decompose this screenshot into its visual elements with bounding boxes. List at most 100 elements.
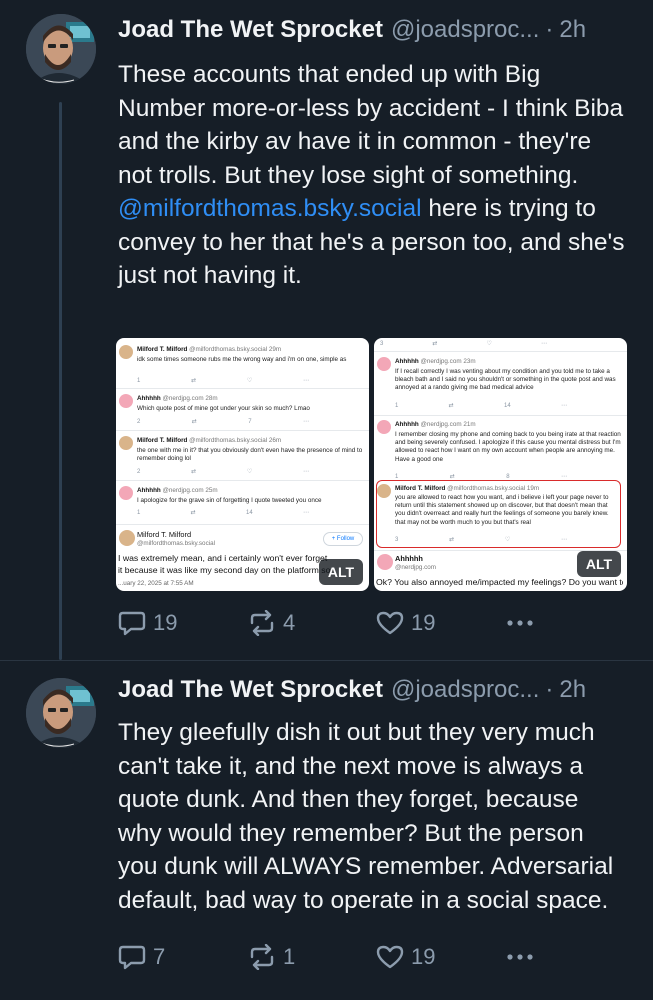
screenshot-actions: 3 ⇄ ♡ ⋯ [395, 536, 567, 544]
screenshot-text: idk some times someone rubs me the wrong… [137, 356, 347, 363]
post[interactable]: Joad The Wet Sprocket @joadsproc... · 2h… [0, 660, 653, 1000]
screenshot-post-header: Ahhhhh @nerdjpg.com 25m [137, 487, 218, 495]
screenshot-author: Ahhhhh [395, 554, 423, 563]
screenshot-post-header: Milford T. Milford @milfordthomas.bsky.s… [137, 437, 281, 445]
screenshot-reply-count: 1 [137, 510, 141, 516]
screenshot-post: Milford T. Milford @milfordthomas.bsky.s… [116, 342, 369, 386]
avatar [119, 394, 133, 408]
thread-line [59, 102, 62, 660]
like-count: 19 [411, 944, 436, 969]
like-button[interactable]: 19 [376, 944, 506, 970]
screenshot-post: Ahhhhh @nerdjpg.com 23m If I recall corr… [374, 355, 627, 413]
reply-count: 7 [153, 944, 166, 969]
more-options-button[interactable] [506, 619, 538, 627]
screenshot-author: Milford T. Milford [137, 530, 192, 539]
screenshot-actions: 3 ⇄ ♡ ⋯ [380, 340, 547, 348]
reply-button[interactable]: 19 [118, 610, 248, 636]
reply-button[interactable]: 7 [118, 944, 248, 970]
screenshot-repost-icon: ⇄ [191, 419, 197, 425]
screenshot-reply-count: 1 [137, 378, 141, 384]
more-options-button[interactable] [506, 953, 538, 961]
like-button[interactable]: 19 [376, 610, 506, 636]
screenshot-actions: 2 ⇄ 7 ⋯ [137, 418, 309, 426]
heart-icon [376, 945, 404, 969]
avatar[interactable] [26, 14, 96, 84]
screenshot-reply-count: 2 [137, 419, 141, 425]
screenshot-handle: @nerdjpg.com [162, 395, 204, 402]
avatar[interactable] [26, 678, 96, 748]
screenshot-repost-icon: ⇄ [190, 510, 196, 516]
post-text: These accounts that ended up with Big Nu… [118, 58, 628, 293]
alt-badge[interactable]: ALT [319, 559, 363, 585]
avatar [377, 484, 391, 498]
embedded-screenshot[interactable]: 3 ⇄ ♡ ⋯ Ahhhhh @nerdjpg.com 23m If I recall… [374, 338, 627, 591]
screenshot-author: Ahhhhh [395, 358, 419, 365]
screenshot-post: Ahhhhh @nerdjpg.com 25m I apologize for … [116, 484, 369, 522]
screenshot-handle: @nerdjpg.com [162, 487, 204, 494]
avatar [377, 357, 391, 371]
screenshot-author: Ahhhhh [395, 421, 419, 428]
screenshot-handle: @nerdjpg.com [395, 564, 437, 571]
divider [374, 351, 627, 352]
screenshot-handle: @nerdjpg.com [420, 421, 462, 428]
screenshot-more-icon: ⋯ [302, 378, 309, 384]
screenshot-actions: 1 ⇄ 14 ⋯ [137, 509, 309, 517]
divider [116, 480, 369, 481]
screenshot-more-icon: ⋯ [302, 469, 309, 475]
screenshot-post: Milford T. Milford @milfordthomas.bsky.s… [116, 434, 369, 478]
screenshot-post-header: Ahhhhh @nerdjpg.com 28m [137, 395, 218, 403]
mention-link[interactable]: @milfordthomas.bsky.social [118, 195, 422, 222]
post-time[interactable]: 2h [559, 676, 586, 704]
screenshot-handle: @milfordthomas.bsky.social [189, 437, 268, 444]
more-dots-icon [507, 620, 533, 626]
screenshot-handle: @milfordthomas.bsky.social [189, 346, 268, 353]
heart-icon [376, 611, 404, 635]
author-handle[interactable]: @joadsproc... [391, 16, 539, 44]
post-text: They gleefully dish it out but they very… [118, 719, 614, 914]
repost-count: 4 [283, 610, 296, 635]
repost-arrows-icon [250, 610, 274, 636]
repost-button[interactable]: 1 [248, 944, 376, 970]
screenshot-text: I remember closing my phone and coming b… [395, 431, 621, 463]
screenshot-repost-icon: ⇄ [191, 378, 197, 384]
screenshot-actions: 2 ⇄ ♡ ⋯ [137, 468, 309, 476]
screenshot-like-count: 14 [504, 403, 511, 409]
author-name[interactable]: Joad The Wet Sprocket [118, 676, 383, 704]
screenshot-author: Ahhhhh [137, 487, 161, 494]
screenshot-more-icon: ⋯ [302, 419, 309, 425]
post[interactable]: Joad The Wet Sprocket @joadsproc... · 2h… [0, 0, 653, 660]
author-name[interactable]: Joad The Wet Sprocket [118, 16, 383, 44]
post-time[interactable]: 2h [559, 16, 586, 44]
screenshot-reply-count: 1 [395, 403, 399, 409]
post-text-part: These accounts that ended up with Big Nu… [118, 61, 624, 189]
screenshot-post-header: Milford T. Milford @milfordthomas.bsky.s… [137, 346, 281, 354]
screenshot-author: Milford T. Milford [137, 437, 188, 444]
screenshot-reply-count: 3 [395, 537, 399, 543]
post-header: Joad The Wet Sprocket @joadsproc... · 2h [118, 676, 633, 710]
screenshot-reply-count: 3 [380, 341, 384, 347]
embedded-screenshot[interactable]: Milford T. Milford @milfordthomas.bsky.s… [116, 338, 369, 591]
screenshot-like-icon: ♡ [486, 341, 492, 347]
repost-button[interactable]: 4 [248, 610, 376, 636]
screenshot-like-icon: ♡ [504, 537, 511, 543]
divider [374, 415, 627, 416]
screenshot-actions: 1 ⇄ ♡ ⋯ [137, 377, 309, 385]
reply-count: 19 [153, 610, 178, 635]
divider [116, 388, 369, 389]
alt-badge[interactable]: ALT [577, 551, 621, 577]
screenshot-post: Ahhhhh @nerdjpg.com 21m I remember closi… [374, 418, 627, 484]
screenshot-post-header: Milford T. Milford @milfordthomas.bsky.s… [395, 485, 539, 493]
divider [116, 524, 369, 525]
avatar [119, 345, 133, 359]
screenshot-text: you are allowed to react how you want, a… [395, 494, 609, 526]
author-handle[interactable]: @joadsproc... [391, 676, 539, 704]
screenshot-text: I apologize for the grave sin of forgett… [137, 497, 322, 504]
screenshot-repost-icon: ⇄ [449, 537, 455, 543]
screenshot-like-count: 7 [248, 419, 252, 425]
screenshot-post-header: Ahhhhh @nerdjpg.com 23m [395, 358, 476, 366]
more-dots-icon [507, 954, 533, 960]
screenshot-repost-icon: ⇄ [448, 403, 454, 409]
screenshot-more-icon: ⋯ [303, 510, 309, 516]
screenshot-time: 29m [268, 346, 282, 353]
screenshot-time: 21m [463, 421, 476, 428]
